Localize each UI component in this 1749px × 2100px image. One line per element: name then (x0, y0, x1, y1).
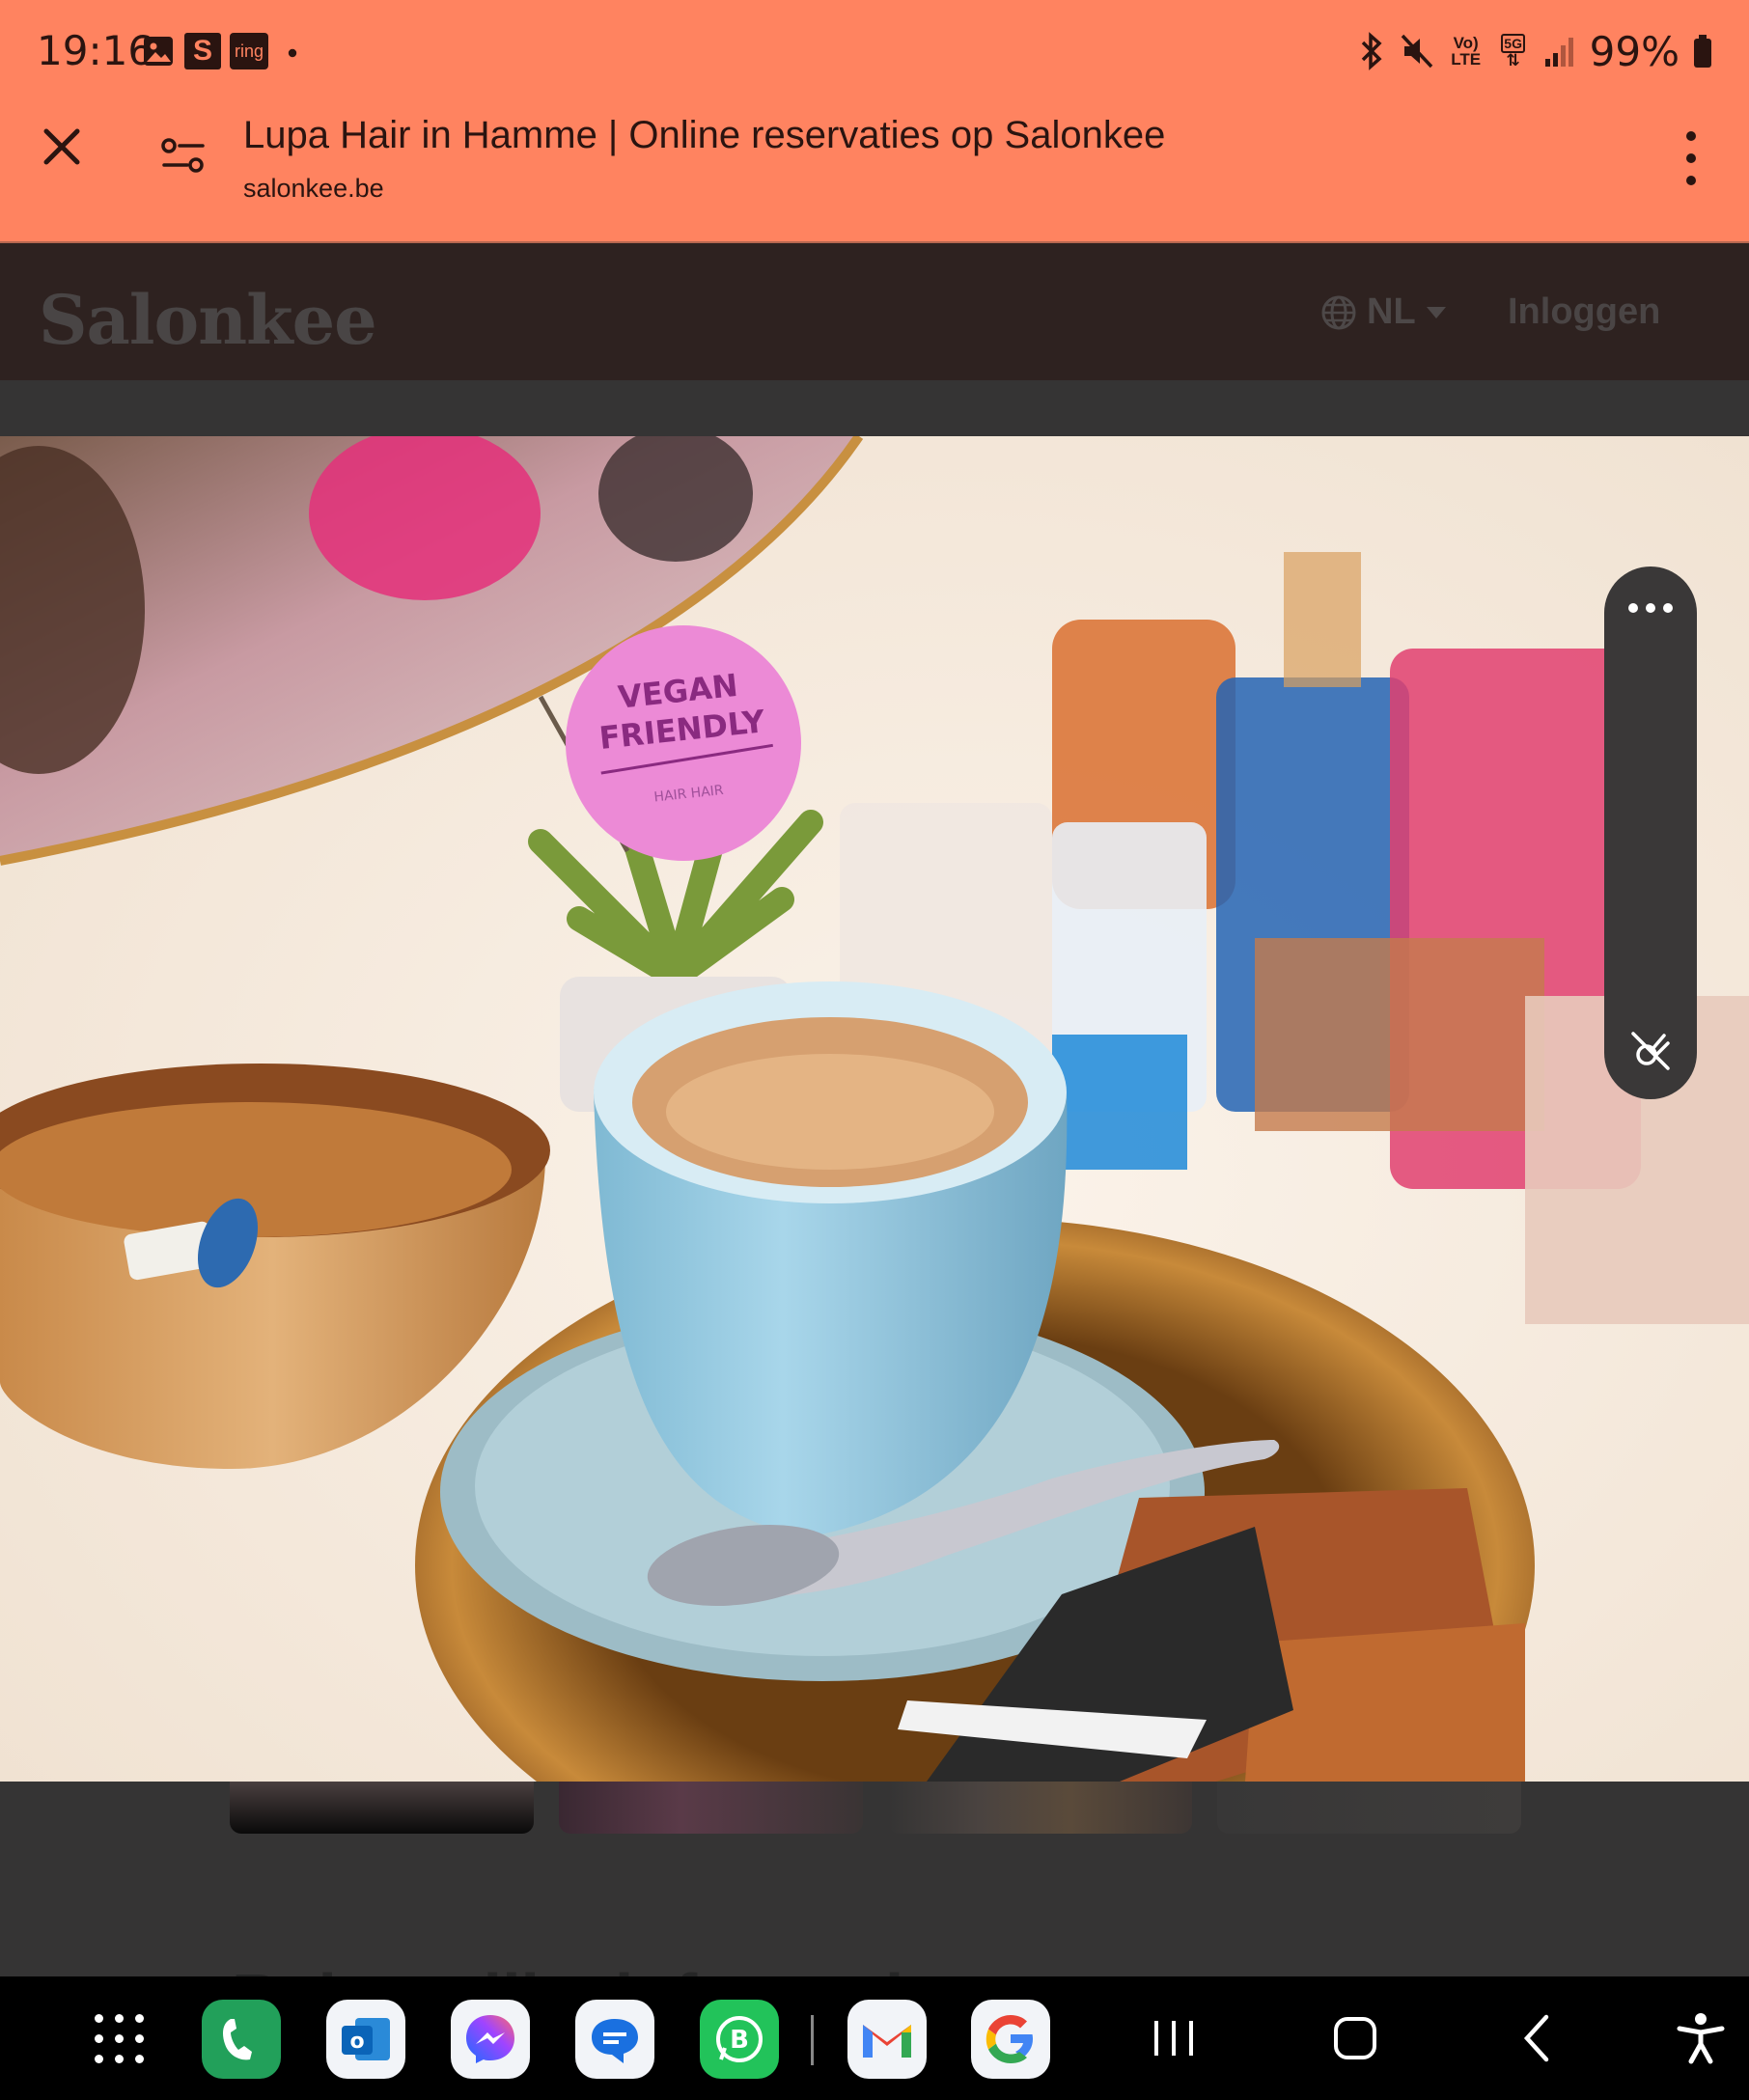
thumbnail[interactable] (888, 1782, 1192, 1834)
close-tab-button[interactable] (39, 124, 85, 170)
floating-side-panel[interactable] (1604, 566, 1697, 1099)
messages-icon[interactable] (575, 2000, 654, 2079)
thumbnail[interactable] (1217, 1782, 1521, 1834)
outlook-icon[interactable]: o (326, 2000, 405, 2079)
5g-icon: 5G ⇅ (1497, 33, 1530, 69)
s-notification-icon: S (184, 33, 221, 69)
more-dot (1686, 153, 1696, 163)
chevron-down-icon (1426, 306, 1446, 318)
browser-toolbar: 19:16 S ring Vo) LTE 5G ⇅ 99% Lupa Hair in… (0, 0, 1749, 241)
site-settings-button[interactable] (160, 135, 207, 181)
taskbar: o B (0, 1976, 1749, 2100)
messenger-icon[interactable] (451, 2000, 530, 2079)
salonkee-logo[interactable]: Salonkee (39, 280, 377, 360)
page-url: salonkee.be (243, 174, 384, 203)
gallery-notification-icon (142, 35, 175, 68)
more-dot (1686, 131, 1696, 141)
language-label: NL (1367, 291, 1416, 332)
volte-icon: Vo) LTE (1451, 34, 1482, 69)
mute-icon (1401, 34, 1432, 69)
login-link[interactable]: Inloggen (1508, 291, 1660, 333)
panel-dot (1663, 603, 1673, 613)
thumbnail[interactable] (230, 1782, 534, 1834)
whatsapp-business-icon[interactable]: B (700, 2000, 779, 2079)
more-notifications-dot-icon (288, 48, 297, 58)
ring-notification-icon: ring (230, 33, 268, 69)
svg-text:B: B (730, 2026, 749, 2055)
language-selector[interactable]: NL (1320, 291, 1447, 333)
recent-apps-icon[interactable] (1147, 2011, 1201, 2065)
thumbnail[interactable] (559, 1782, 863, 1834)
more-dot (1686, 176, 1696, 185)
unpin-icon[interactable] (1627, 1028, 1674, 1074)
home-icon[interactable] (1328, 2011, 1382, 2065)
panel-dot (1646, 603, 1655, 613)
browser-menu-button[interactable] (1675, 131, 1707, 185)
globe-icon (1321, 295, 1356, 329)
back-icon[interactable] (1512, 2011, 1566, 2065)
status-time: 19:16 (37, 27, 154, 74)
status-right-group: Vo) LTE 5G ⇅ 99% (1358, 27, 1712, 75)
tune-icon (161, 138, 205, 173)
app-grid-icon[interactable] (95, 2013, 145, 2063)
signal-icon (1544, 38, 1573, 67)
close-icon (43, 128, 80, 165)
battery-percent: 99% (1589, 27, 1680, 75)
google-icon[interactable] (971, 2000, 1050, 2079)
panel-dot (1628, 603, 1638, 613)
site-header: Salonkee NL Inloggen (0, 241, 1749, 380)
salon-photo-illustration: VEGAN FRIENDLY HAIR HAIR (0, 436, 1749, 1782)
panel-more-icon[interactable] (1604, 603, 1697, 622)
salon-photo[interactable]: VEGAN FRIENDLY HAIR HAIR (0, 436, 1749, 1782)
phone-icon[interactable] (202, 2000, 281, 2079)
svg-text:o: o (349, 2030, 364, 2054)
battery-icon (1694, 35, 1711, 68)
gmail-icon[interactable] (847, 2000, 927, 2079)
accessibility-icon[interactable] (1674, 2011, 1728, 2065)
status-bar: 19:16 S ring Vo) LTE 5G ⇅ 99% (0, 0, 1749, 106)
photo-thumbnails (0, 1782, 1749, 1834)
page-title: Lupa Hair in Hamme | Online reservaties … (243, 114, 1166, 156)
bluetooth-icon (1361, 32, 1382, 70)
taskbar-divider (811, 2015, 814, 2065)
